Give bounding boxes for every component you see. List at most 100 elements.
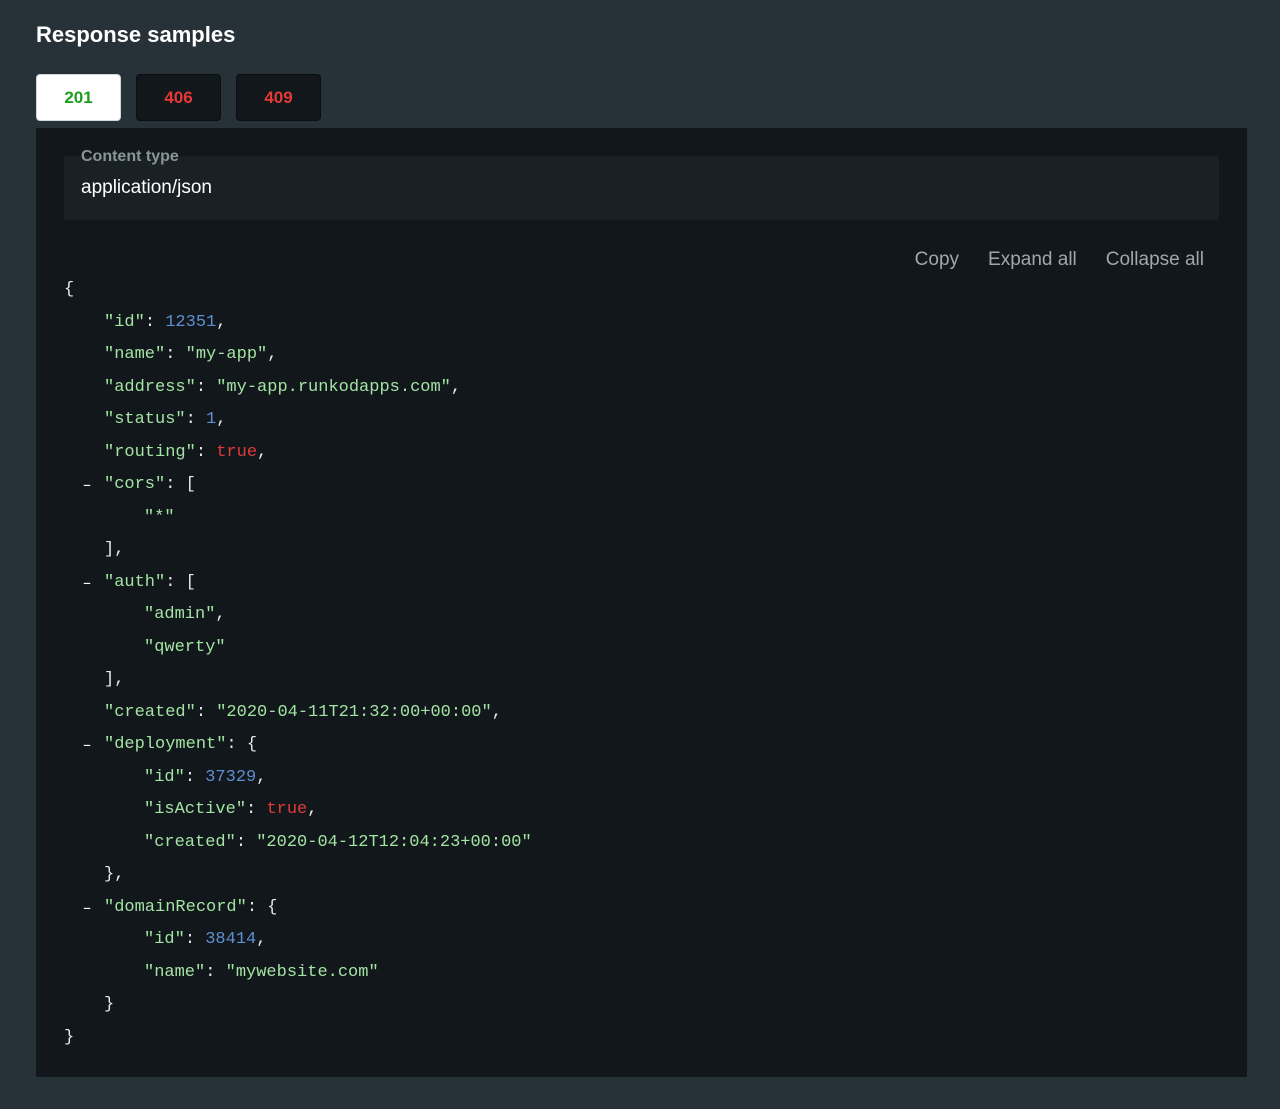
- json-token: "address": [104, 377, 196, 397]
- json-line: "id": 12351,: [104, 311, 226, 335]
- json-line: "status": 1,: [104, 408, 226, 432]
- collapse-toggle-icon[interactable]: –: [80, 896, 94, 920]
- json-line: "address": "my-app.runkodapps.com",: [104, 376, 461, 400]
- json-line: "name": "my-app",: [104, 343, 277, 367]
- json-line: "id": 38414,: [144, 928, 266, 952]
- json-token: {: [64, 280, 75, 299]
- json-line: "id": 37329,: [144, 766, 266, 790]
- expand-all-button[interactable]: Expand all: [988, 248, 1077, 272]
- json-line: "isActive": true,: [144, 798, 317, 822]
- json-token: }: [104, 995, 115, 1014]
- json-token: ,: [450, 377, 462, 397]
- json-line: ],: [104, 538, 124, 562]
- json-line: "routing": true,: [104, 441, 267, 465]
- tab-label: 406: [164, 87, 193, 107]
- collapse-all-button[interactable]: Collapse all: [1106, 248, 1204, 272]
- json-line: "created": "2020-04-11T21:32:00+00:00",: [104, 701, 502, 725]
- response-tabs: 201 406 409: [36, 74, 321, 121]
- json-token: "my-app.runkodapps.com": [216, 377, 451, 397]
- json-token: : [: [165, 572, 196, 592]
- collapse-toggle-icon[interactable]: –: [80, 571, 94, 595]
- content-type-label: Content type: [81, 148, 179, 165]
- json-line: },: [104, 863, 124, 887]
- json-token: : {: [226, 735, 258, 754]
- json-token: "routing": [104, 442, 196, 462]
- json-token: "mywebsite.com": [225, 962, 379, 982]
- tab-406[interactable]: 406: [136, 74, 221, 121]
- json-token: "2020-04-11T21:32:00+00:00": [216, 702, 492, 722]
- json-token: ,: [307, 800, 318, 819]
- json-token: :: [184, 930, 206, 949]
- json-token: "deployment": [104, 735, 227, 754]
- json-line: {: [64, 278, 74, 302]
- json-token: "created": [104, 702, 196, 722]
- json-token: 38414: [205, 930, 257, 949]
- json-token: ,: [256, 930, 267, 949]
- json-token: "status": [104, 410, 186, 429]
- json-token: "name": [104, 345, 166, 364]
- json-token: ],: [104, 540, 125, 559]
- json-token: :: [184, 767, 206, 787]
- json-token: "*": [144, 507, 175, 527]
- json-line: "qwerty": [144, 636, 226, 660]
- json-line: }: [64, 1026, 74, 1050]
- json-token: ,: [256, 767, 267, 787]
- content-type-value: application/json: [81, 177, 212, 198]
- json-token: "id": [104, 312, 145, 332]
- json-token: "isActive": [144, 800, 247, 819]
- json-token: ,: [215, 605, 226, 624]
- json-line: "name": "mywebsite.com": [144, 961, 379, 985]
- json-token: },: [104, 865, 125, 884]
- json-line: "*": [144, 506, 175, 530]
- json-token: "my-app": [185, 345, 268, 364]
- tab-409[interactable]: 409: [236, 74, 321, 121]
- json-token: "admin": [144, 605, 216, 624]
- json-token: "name": [144, 962, 206, 982]
- tab-201[interactable]: 201: [36, 74, 121, 121]
- json-token: ,: [491, 702, 502, 722]
- json-token: "id": [144, 767, 185, 787]
- json-token: :: [144, 312, 166, 332]
- json-token: : {: [246, 897, 278, 917]
- json-token: }: [64, 1027, 75, 1047]
- response-sample-panel: Content type application/json Copy Expan…: [36, 128, 1247, 1077]
- json-token: :: [195, 442, 217, 462]
- json-token: :: [185, 410, 207, 429]
- json-token: true: [266, 800, 308, 819]
- json-line: "created": "2020-04-12T12:04:23+00:00": [144, 831, 532, 855]
- json-token: ,: [216, 312, 227, 332]
- json-token: :: [195, 702, 217, 722]
- json-line: "domainRecord": {: [104, 896, 277, 920]
- json-line: "auth": [: [104, 571, 196, 595]
- json-token: "qwerty": [144, 637, 226, 657]
- json-token: :: [195, 377, 217, 397]
- json-token: : [: [165, 475, 196, 494]
- json-token: ,: [216, 410, 227, 429]
- json-line: "admin",: [144, 603, 226, 627]
- json-line: }: [104, 993, 114, 1017]
- copy-button[interactable]: Copy: [915, 248, 959, 272]
- tab-label: 409: [264, 87, 293, 107]
- json-token: "cors": [104, 475, 166, 494]
- json-token: true: [216, 442, 258, 462]
- content-type-field[interactable]: Content type application/json: [64, 148, 1219, 220]
- json-token: :: [165, 345, 186, 364]
- json-line: ],: [104, 668, 124, 692]
- json-token: :: [205, 962, 226, 982]
- collapse-toggle-icon[interactable]: –: [80, 473, 94, 497]
- json-token: "auth": [104, 572, 166, 592]
- json-line: "cors": [: [104, 473, 196, 497]
- json-token: "2020-04-12T12:04:23+00:00": [256, 832, 532, 852]
- collapse-toggle-icon[interactable]: –: [80, 733, 94, 757]
- json-token: ,: [257, 442, 268, 462]
- json-token: "created": [144, 832, 236, 852]
- json-line: "deployment": {: [104, 733, 257, 757]
- json-controls: Copy Expand all Collapse all: [915, 248, 1204, 272]
- tab-label: 201: [64, 87, 93, 107]
- json-token: :: [235, 832, 257, 852]
- json-token: 12351: [165, 312, 217, 332]
- json-token: 1: [206, 410, 217, 429]
- json-token: "domainRecord": [104, 897, 247, 917]
- json-token: "id": [144, 930, 185, 949]
- page-title: Response samples: [36, 22, 236, 47]
